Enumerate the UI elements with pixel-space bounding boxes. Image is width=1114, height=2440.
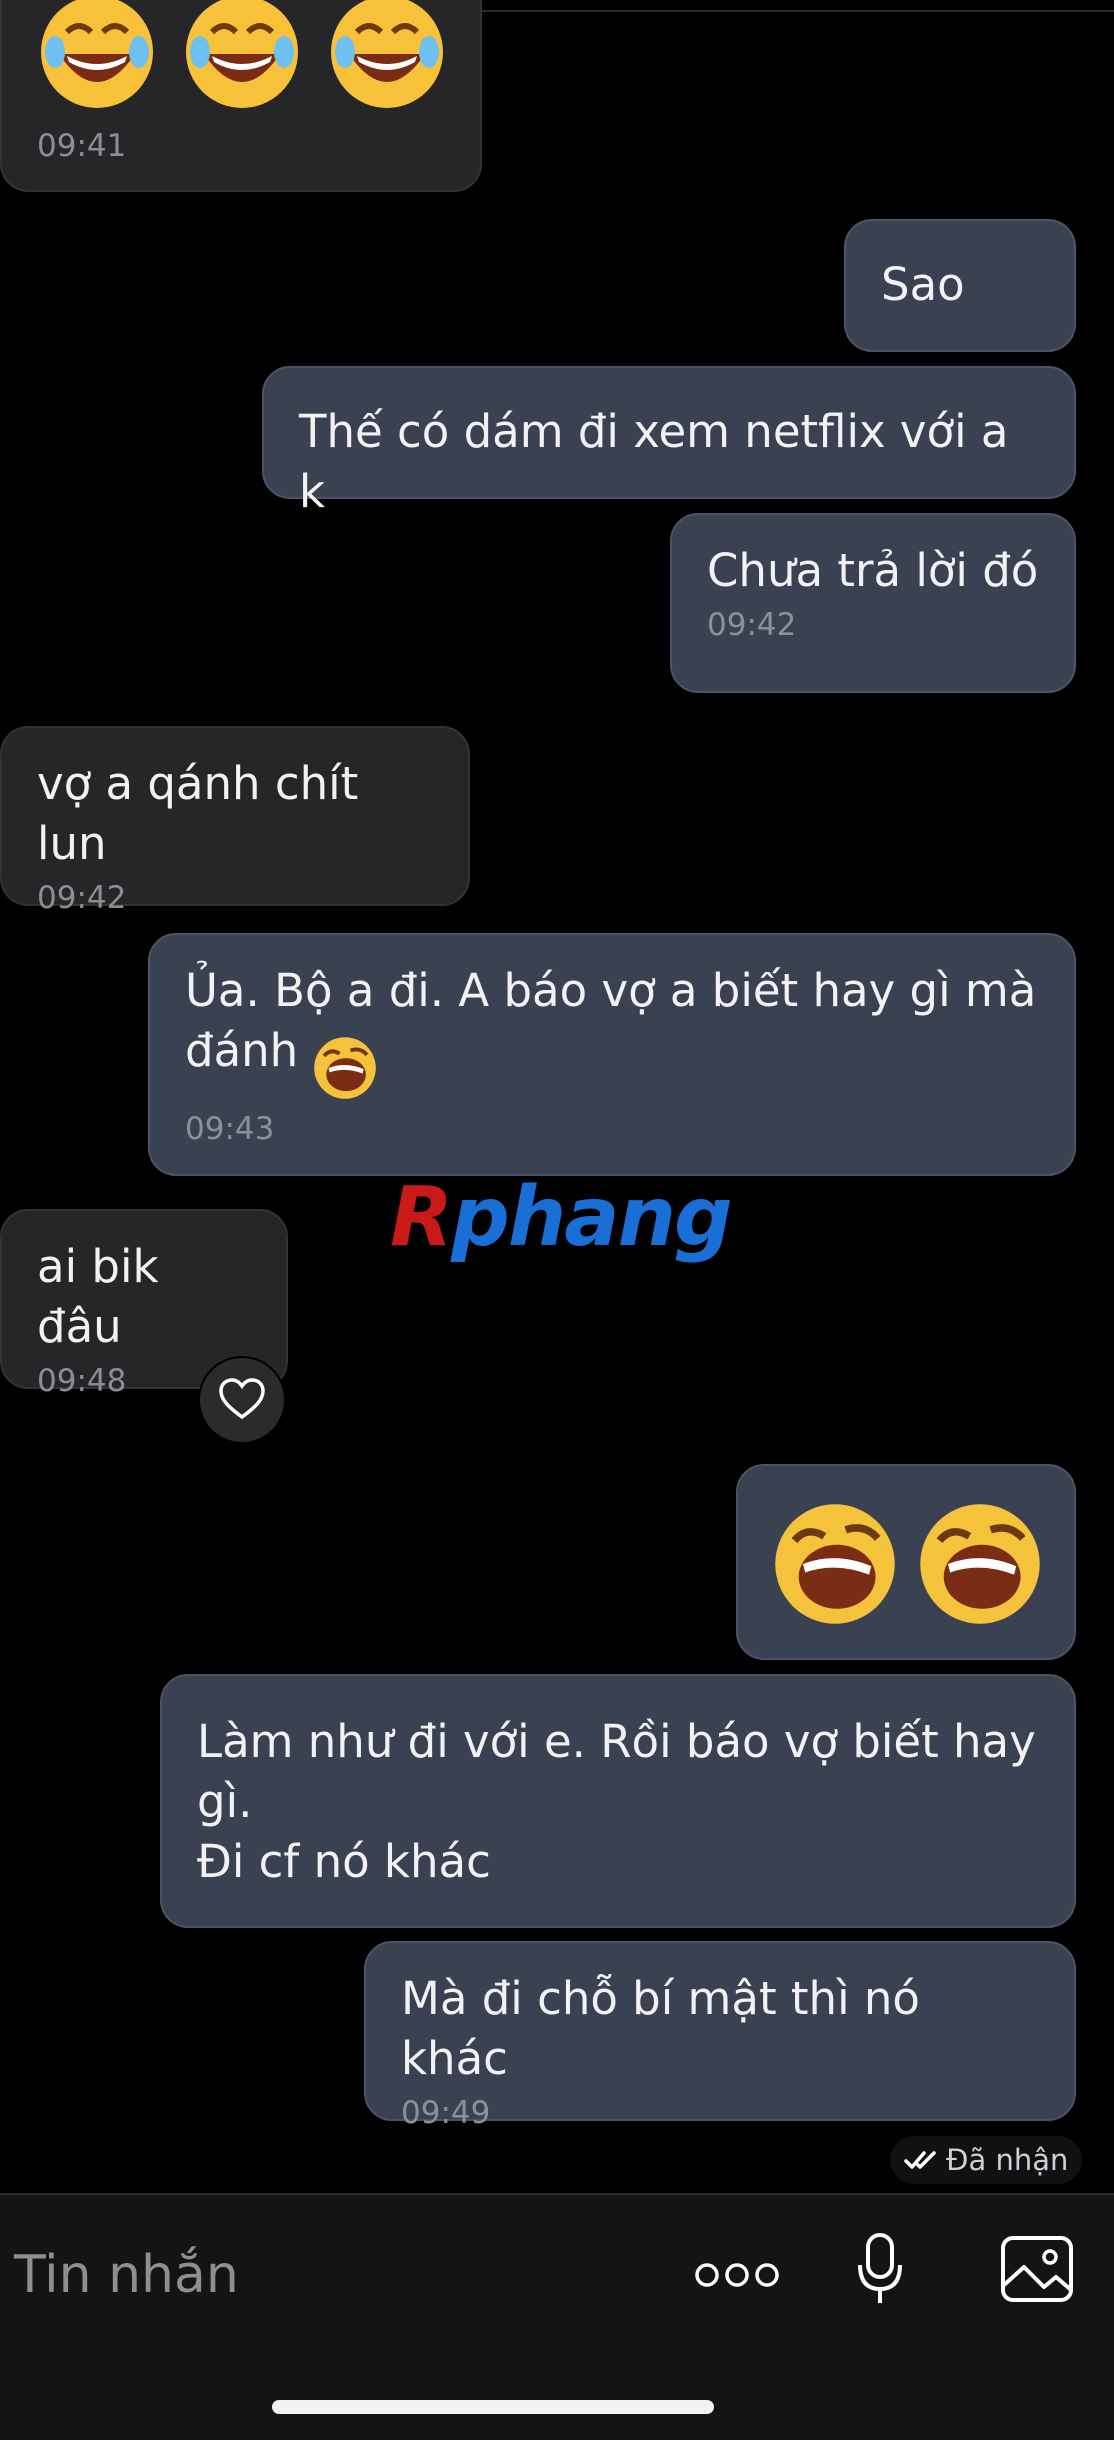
message-text: Sao — [881, 258, 965, 311]
microphone-icon — [858, 2233, 902, 2303]
message-bubble-outgoing[interactable]: Mà đi chỗ bí mật thì nó khác 09:49 — [364, 1941, 1076, 2131]
react-heart-button[interactable] — [198, 1356, 286, 1444]
delivery-status-label: Đã nhận — [946, 2143, 1069, 2177]
message-text: Thế có dám đi xem netflix với a k — [299, 405, 1009, 518]
message-time: 09:43 — [185, 1111, 275, 1147]
message-bubble-outgoing[interactable]: Chưa trả lời đó 09:42 — [670, 513, 1076, 693]
message-text: Làm như đi với e. Rồi báo vợ biết hay gì… — [197, 1715, 1036, 1888]
message-text: Chưa trả lời đó — [707, 544, 1039, 597]
voice-record-button[interactable] — [856, 2233, 904, 2305]
heart-icon — [219, 1378, 265, 1420]
message-time: 09:41 — [37, 128, 127, 164]
message-bubble-outgoing[interactable]: Thế có dám đi xem netflix với a k — [262, 366, 1076, 518]
message-input[interactable]: Tin nhắn — [14, 2235, 614, 2315]
message-time: 09:42 — [707, 607, 797, 643]
image-icon — [1001, 2236, 1073, 2302]
message-bubble-incoming[interactable]: vợ a qánh chít lun 09:42 — [0, 726, 470, 916]
message-time: 09:49 — [401, 2095, 491, 2131]
message-bubble-outgoing[interactable]: Ủa. Bộ a đi. A báo vợ a biết hay gì mà đ… — [148, 933, 1076, 1176]
message-bubble-outgoing[interactable]: Làm như đi với e. Rồi báo vợ biết hay gì… — [160, 1674, 1076, 1928]
more-icon — [695, 2263, 779, 2287]
laughing-emoji — [920, 1504, 1040, 1624]
delivery-status: Đã nhận — [890, 2136, 1083, 2184]
message-text: vợ a qánh chít lun — [37, 757, 359, 870]
photo-button[interactable] — [1000, 2235, 1074, 2303]
message-text: Mà đi chỗ bí mật thì nó khác — [401, 1972, 920, 2085]
watermark-logo: Rphang — [390, 1170, 733, 1265]
laughing-emoji — [775, 1504, 895, 1624]
message-bubble-outgoing[interactable]: Sao — [844, 219, 1076, 352]
joy-emoji — [41, 0, 153, 108]
message-bubble-outgoing[interactable] — [736, 1464, 1076, 1660]
joy-emoji — [186, 0, 298, 108]
home-indicator — [272, 2400, 714, 2414]
laughing-emoji — [314, 1037, 376, 1099]
double-check-icon — [904, 2151, 936, 2169]
message-bubble-incoming[interactable]: 09:41 — [0, 0, 482, 192]
message-time: 09:42 — [37, 880, 127, 916]
message-text: ai bik đâu — [37, 1240, 159, 1353]
more-button[interactable] — [694, 2255, 780, 2295]
joy-emoji — [331, 0, 443, 108]
